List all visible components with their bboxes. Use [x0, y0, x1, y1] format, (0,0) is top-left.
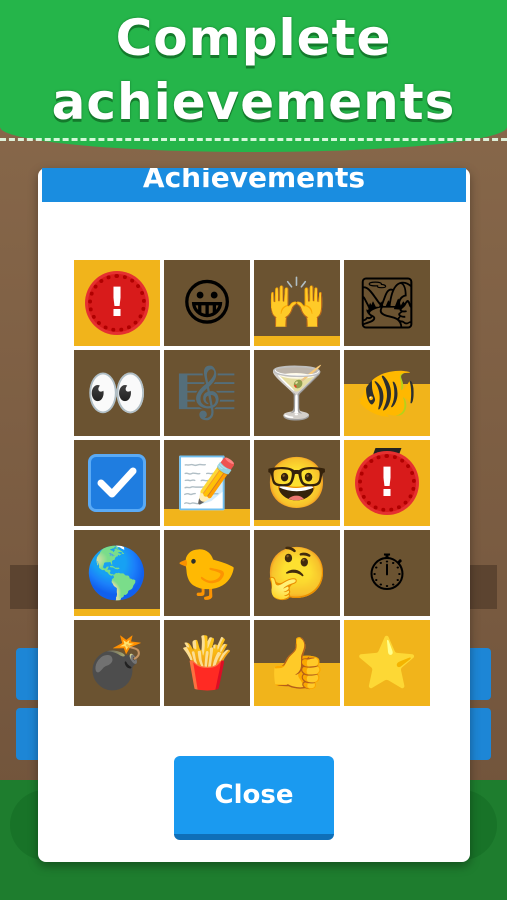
achievement-tile[interactable]: 👍	[254, 620, 340, 706]
baby-chick-icon: 🐤	[175, 544, 239, 602]
achievement-tile[interactable]	[74, 440, 160, 526]
achievement-progress-fill	[254, 335, 340, 346]
achievement-tile[interactable]: !	[74, 260, 160, 346]
achievement-progress-fill	[254, 519, 340, 526]
achievement-tile[interactable]: 📝	[164, 440, 250, 526]
grinning-face-icon: 😀	[180, 274, 234, 332]
banner-title-line2: achievements	[51, 73, 456, 131]
french-fries-icon: 🍟	[175, 634, 239, 692]
achievement-progress-fill	[74, 609, 160, 616]
tropical-fish-icon: 🐠	[355, 364, 419, 422]
nerd-face-icon: 🤓	[265, 454, 329, 512]
music-notes-icon: 🎼	[175, 364, 239, 422]
achievement-tile[interactable]: 🌎	[74, 530, 160, 616]
achievement-tile[interactable]: ⏱	[344, 530, 430, 616]
globe-americas-icon: 🌎	[85, 544, 149, 602]
achievements-grid: ! 😀 🙌 🏞 👀 🎼 🍸 🐠 📝 🤓! 🌎 🐤 🤔 ⏱ 💣 🍟 👍 ⭐	[74, 260, 434, 706]
memo-icon: 📝	[175, 454, 239, 512]
achievement-tile[interactable]: 🐠	[344, 350, 430, 436]
achievement-tile[interactable]: 🍸	[254, 350, 340, 436]
thinking-face-icon: 🤔	[265, 544, 329, 602]
raised-hands-icon: 🙌	[265, 274, 329, 332]
close-button[interactable]: Close	[174, 756, 334, 840]
national-park-icon: 🏞	[355, 274, 419, 332]
check-box-icon	[88, 454, 146, 512]
dialog-header: Achievements	[42, 168, 466, 202]
dialog-title: Achievements	[142, 168, 366, 194]
achievement-tile[interactable]: 💣	[74, 620, 160, 706]
achievement-tile[interactable]: 👀	[74, 350, 160, 436]
achievements-dialog: Achievements ! 😀 🙌 🏞 👀 🎼 🍸 🐠 📝 🤓! 🌎 🐤 🤔 ⏱ 💣 🍟 👍 ⭐ Close	[38, 168, 470, 862]
stopwatch-icon: ⏱	[367, 544, 407, 602]
banner-title-line1: Complete	[115, 9, 392, 67]
achievement-tile[interactable]: 🤓	[254, 440, 340, 526]
promo-banner: Complete achievements	[0, 0, 507, 152]
cocktail-icon: 🍸	[265, 364, 329, 422]
achievement-tile[interactable]: ⭐	[344, 620, 430, 706]
achievement-tile[interactable]: 🐤	[164, 530, 250, 616]
achievement-tile[interactable]: 🤔	[254, 530, 340, 616]
achievement-tile[interactable]: 🏞	[344, 260, 430, 346]
star-icon: ⭐	[355, 634, 419, 692]
eyes-icon: 👀	[85, 364, 149, 422]
achievement-tile[interactable]: !	[344, 440, 430, 526]
achievement-tile[interactable]: 🙌	[254, 260, 340, 346]
exclamation-grad-badge-icon: !	[358, 454, 416, 512]
exclamation-badge-icon: !	[88, 274, 146, 332]
achievement-tile[interactable]: 🍟	[164, 620, 250, 706]
achievement-tile[interactable]: 😀	[164, 260, 250, 346]
banner-title: Complete achievements	[0, 6, 507, 134]
achievement-tile[interactable]: 🎼	[164, 350, 250, 436]
bomb-icon: 💣	[85, 634, 149, 692]
banner-stitch	[0, 138, 507, 141]
thumbs-up-icon: 👍	[265, 634, 329, 692]
